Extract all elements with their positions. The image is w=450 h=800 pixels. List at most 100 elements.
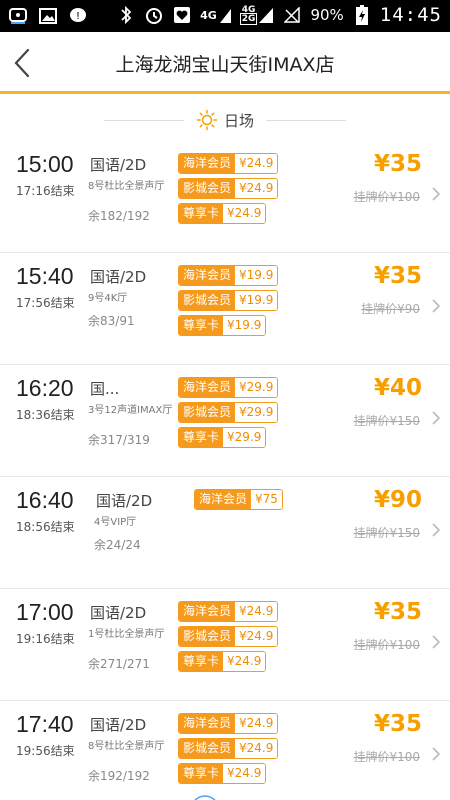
offer-name: 尊享卡 xyxy=(179,316,224,335)
offer-price: ¥19.9 xyxy=(235,266,278,285)
chat-icon: ! xyxy=(68,6,88,26)
offer-name: 海洋会员 xyxy=(179,602,236,621)
ticket-price: ¥90 xyxy=(373,487,422,513)
offer-tag: 尊享卡 ¥29.9 xyxy=(178,427,267,448)
offer-price: ¥24.9 xyxy=(235,179,278,198)
language-format: 国语/2D xyxy=(90,716,147,734)
session-header: 日场 xyxy=(0,105,450,135)
offer-tag: 海洋会员 ¥29.9 xyxy=(178,377,279,398)
chevron-right-icon xyxy=(432,411,441,425)
heart-icon xyxy=(172,5,192,25)
clock: 14:45 xyxy=(379,4,442,26)
end-time: 19:16结束 xyxy=(16,632,75,646)
offer-tag: 影城会员 ¥29.9 xyxy=(178,402,279,423)
end-time: 19:56结束 xyxy=(16,744,75,758)
offer-tags: 海洋会员 ¥24.9 影城会员 ¥24.9 尊享卡 ¥24.9 xyxy=(178,153,279,228)
back-arrow-icon[interactable] xyxy=(8,46,38,80)
offer-tags: 海洋会员 ¥29.9 影城会员 ¥29.9 尊享卡 ¥29.9 xyxy=(178,377,279,452)
chevron-right-icon xyxy=(432,187,441,201)
offer-name: 影城会员 xyxy=(179,403,236,422)
end-time: 17:16结束 xyxy=(16,184,75,198)
top-bar: 上海龙湖宝山天街IMAX店 xyxy=(0,32,450,94)
ticket-price: ¥35 xyxy=(373,263,422,289)
start-time: 17:40 xyxy=(16,711,74,737)
svg-text:!: ! xyxy=(76,11,80,22)
offer-tag: 尊享卡 ¥24.9 xyxy=(178,651,267,672)
network-2g-icon: 4G 2G xyxy=(239,6,275,25)
hall-name: 8号杜比全景声厅 xyxy=(88,181,165,192)
offer-name: 影城会员 xyxy=(179,627,236,646)
offer-price: ¥24.9 xyxy=(223,764,266,783)
offer-price: ¥24.9 xyxy=(235,714,278,733)
hall-name: 9号4K厅 xyxy=(88,293,128,304)
seats-remaining: 余83/91 xyxy=(88,314,135,328)
offer-tag: 海洋会员 ¥24.9 xyxy=(178,713,279,734)
offer-tag: 尊享卡 ¥24.9 xyxy=(178,763,267,784)
list-price: 挂牌价¥150 xyxy=(353,414,420,428)
chevron-right-icon xyxy=(432,299,441,313)
offer-name: 海洋会员 xyxy=(179,154,236,173)
ticket-price: ¥35 xyxy=(373,711,422,737)
offer-price: ¥24.9 xyxy=(235,627,278,646)
showtime-row[interactable]: 16:40 18:56结束 国语/2D 4号VIP厅 余24/24 海洋会员 ¥75 ¥90 挂… xyxy=(0,477,450,589)
language-format: 国语/2D xyxy=(90,156,147,174)
language-format: 国... xyxy=(90,380,120,398)
ticket-price: ¥35 xyxy=(373,599,422,625)
offer-tag: 海洋会员 ¥19.9 xyxy=(178,265,279,286)
showtime-row[interactable]: 17:40 19:56结束 国语/2D 8号杜比全景声厅 余192/192 海洋会员 ¥24… xyxy=(0,701,450,800)
start-time: 16:40 xyxy=(16,487,74,513)
list-price: 挂牌价¥150 xyxy=(353,526,420,540)
alarm-icon xyxy=(144,5,164,25)
offer-tag: 影城会员 ¥24.9 xyxy=(178,178,279,199)
offer-tag: 尊享卡 ¥24.9 xyxy=(178,203,267,224)
session-label: 日场 xyxy=(223,111,254,130)
offer-tag: 尊享卡 ¥19.9 xyxy=(178,315,267,336)
image-icon xyxy=(38,6,58,26)
start-time: 16:20 xyxy=(16,375,74,401)
offer-name: 尊享卡 xyxy=(179,652,224,671)
language-format: 国语/2D xyxy=(96,492,153,510)
showtime-row[interactable]: 16:20 18:36结束 国... 3号12声道IMAX厅 余317/319 海洋会员 ¥… xyxy=(0,365,450,477)
sun-icon xyxy=(196,109,218,131)
offer-price: ¥29.9 xyxy=(235,378,278,397)
offer-price: ¥24.9 xyxy=(235,602,278,621)
offer-name: 尊享卡 xyxy=(179,764,224,783)
offer-name: 尊享卡 xyxy=(179,204,224,223)
divider xyxy=(266,119,346,121)
list-price: 挂牌价¥100 xyxy=(353,750,420,764)
offer-price: ¥29.9 xyxy=(223,428,266,447)
bluetooth-icon xyxy=(116,5,136,25)
list-price: 挂牌价¥90 xyxy=(361,302,420,316)
start-time: 15:40 xyxy=(16,263,74,289)
showtime-row[interactable]: 15:00 17:16结束 国语/2D 8号杜比全景声厅 余182/192 海洋会员 ¥24… xyxy=(0,141,450,253)
offer-price: ¥75 xyxy=(251,490,282,509)
offer-price: ¥24.9 xyxy=(223,652,266,671)
page-title: 上海龙湖宝山天街IMAX店 xyxy=(115,54,335,76)
language-format: 国语/2D xyxy=(90,268,147,286)
chevron-right-icon xyxy=(432,523,441,537)
battery-icon xyxy=(352,5,372,25)
hall-name: 1号杜比全景声厅 xyxy=(88,629,165,640)
offer-name: 尊享卡 xyxy=(179,428,224,447)
list-price: 挂牌价¥100 xyxy=(353,638,420,652)
offer-name: 海洋会员 xyxy=(179,266,236,285)
notification-icon xyxy=(8,6,28,26)
no-signal-icon xyxy=(282,5,302,25)
seats-remaining: 余192/192 xyxy=(88,769,150,783)
start-time: 15:00 xyxy=(16,151,74,177)
showtime-row[interactable]: 17:00 19:16结束 国语/2D 1号杜比全景声厅 余271/271 海洋会员 ¥24… xyxy=(0,589,450,701)
showtime-row[interactable]: 15:40 17:56结束 国语/2D 9号4K厅 余83/91 海洋会员 ¥19.9 影城会… xyxy=(0,253,450,365)
offer-tags: 海洋会员 ¥75 xyxy=(194,489,283,514)
loading-indicator-icon xyxy=(194,795,216,800)
end-time: 18:56结束 xyxy=(16,520,75,534)
offer-price: ¥19.9 xyxy=(235,291,278,310)
seats-remaining: 余24/24 xyxy=(94,538,141,552)
offer-name: 影城会员 xyxy=(179,739,236,758)
divider xyxy=(103,119,184,121)
offer-tag: 海洋会员 ¥24.9 xyxy=(178,153,279,174)
offer-tags: 海洋会员 ¥24.9 影城会员 ¥24.9 尊享卡 ¥24.9 xyxy=(178,713,279,788)
offer-tag: 影城会员 ¥24.9 xyxy=(178,626,279,647)
seats-remaining: 余182/192 xyxy=(88,209,150,223)
offer-tag: 影城会员 ¥24.9 xyxy=(178,738,279,759)
ticket-price: ¥35 xyxy=(373,151,422,177)
